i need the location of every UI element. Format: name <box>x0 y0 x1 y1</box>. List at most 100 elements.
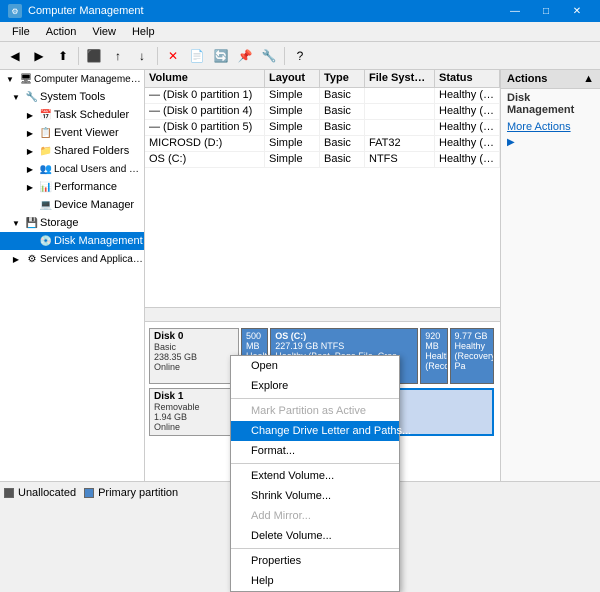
ctx-extend[interactable]: Extend Volume... <box>231 466 399 486</box>
cell-type: Basic <box>320 136 365 151</box>
menu-view[interactable]: View <box>84 24 124 40</box>
sidebar-item-services[interactable]: ▶ ⚙ Services and Applications <box>0 250 144 268</box>
table-row[interactable]: OS (C:) Simple Basic NTFS Healthy (Boot,… <box>145 152 500 168</box>
disk-0-status: Online <box>154 362 234 372</box>
minimize-button[interactable]: — <box>500 0 530 22</box>
sidebar-item-shared-folders[interactable]: ▶ 📁 Shared Folders <box>0 142 144 160</box>
cell-type: Basic <box>320 120 365 135</box>
toolbar-refresh[interactable]: 🔄 <box>210 45 232 67</box>
toolbar-export[interactable]: 📌 <box>234 45 256 67</box>
table-header: Volume Layout Type File System Status <box>145 70 500 88</box>
device-manager-icon: 💻 <box>38 198 54 212</box>
ctx-properties[interactable]: Properties <box>231 551 399 571</box>
toolbar-up[interactable]: ⬆ <box>52 45 74 67</box>
menu-help[interactable]: Help <box>124 24 163 40</box>
ctx-open[interactable]: Open <box>231 356 399 376</box>
menu-action[interactable]: Action <box>38 24 85 40</box>
cell-status: Healthy (EFI System Partition) <box>435 88 500 103</box>
sidebar-item-performance[interactable]: ▶ 📊 Performance <box>0 178 144 196</box>
toolbar-forward[interactable]: ▶ <box>28 45 50 67</box>
expand-event-viewer[interactable]: ▶ <box>22 125 38 141</box>
actions-more-actions[interactable]: More Actions <box>501 119 600 135</box>
ctx-change-drive[interactable]: Change Drive Letter and Paths... <box>231 421 399 441</box>
toolbar-show-hide[interactable]: ⬛ <box>83 45 105 67</box>
main-container: ▼ 🖥 Computer Management (Loca ▼ 🔧 System… <box>0 70 600 481</box>
sidebar-label-shared-folders: Shared Folders <box>54 145 129 157</box>
sidebar-item-local-users[interactable]: ▶ 👥 Local Users and Groups <box>0 160 144 178</box>
expand-performance[interactable]: ▶ <box>22 179 38 195</box>
sidebar-item-event-viewer[interactable]: ▶ 📋 Event Viewer <box>0 124 144 142</box>
col-status[interactable]: Status <box>435 70 500 87</box>
table-row[interactable]: — (Disk 0 partition 5) Simple Basic Heal… <box>145 120 500 136</box>
cell-fs <box>365 88 435 103</box>
horizontal-scrollbar[interactable] <box>145 307 500 321</box>
toolbar-settings[interactable]: 🔧 <box>258 45 280 67</box>
task-scheduler-icon: 📅 <box>38 108 54 122</box>
toolbar-back[interactable]: ◀ <box>4 45 26 67</box>
expand-system-tools[interactable]: ▼ <box>8 89 24 105</box>
toolbar-down[interactable]: ↓ <box>131 45 153 67</box>
sidebar-label-disk-management: Disk Management <box>54 235 143 247</box>
close-button[interactable]: ✕ <box>562 0 592 22</box>
actions-header: Actions ▲ <box>501 70 600 89</box>
expand-services[interactable]: ▶ <box>8 251 24 267</box>
actions-collapse-icon[interactable]: ▲ <box>583 73 594 85</box>
partition-0-2[interactable]: 920 MB Healthy (Recov <box>420 328 447 384</box>
toolbar-delete[interactable]: ✕ <box>162 45 184 67</box>
ctx-sep-2 <box>231 463 399 464</box>
sidebar-item-disk-management[interactable]: ▶ 💿 Disk Management <box>0 232 144 250</box>
context-menu: Open Explore Mark Partition as Active Ch… <box>230 355 400 592</box>
legend-primary-label: Primary partition <box>98 487 178 499</box>
menu-bar: File Action View Help <box>0 22 600 42</box>
cell-status: Healthy (Recovery Partition) <box>435 120 500 135</box>
sidebar-item-computer[interactable]: ▼ 🖥 Computer Management (Loca <box>0 70 144 88</box>
toolbar-properties[interactable]: 📄 <box>186 45 208 67</box>
col-type[interactable]: Type <box>320 70 365 87</box>
window-controls: — □ ✕ <box>500 0 592 22</box>
maximize-button[interactable]: □ <box>531 0 561 22</box>
disk-1-info: Disk 1 Removable 1.94 GB Online <box>149 388 239 436</box>
toolbar-help[interactable]: ? <box>289 45 311 67</box>
table-row[interactable]: — (Disk 0 partition 4) Simple Basic Heal… <box>145 104 500 120</box>
expand-storage[interactable]: ▼ <box>8 215 24 231</box>
sidebar-item-task-scheduler[interactable]: ▶ 📅 Task Scheduler <box>0 106 144 124</box>
partition-0-3[interactable]: 9.77 GB Healthy (Recovery Pa <box>450 328 495 384</box>
menu-file[interactable]: File <box>4 24 38 40</box>
shared-folders-icon: 📁 <box>38 144 54 158</box>
sidebar-label-services: Services and Applications <box>40 254 144 265</box>
cell-status: Healthy (Boot, Page File, Crash Dump, Pr… <box>435 152 500 167</box>
ctx-format[interactable]: Format... <box>231 441 399 461</box>
sidebar-item-system-tools[interactable]: ▼ 🔧 System Tools <box>0 88 144 106</box>
sidebar-label-system-tools: System Tools <box>40 91 105 103</box>
ctx-add-mirror[interactable]: Add Mirror... <box>231 506 399 526</box>
ctx-help[interactable]: Help <box>231 571 399 591</box>
computer-icon: 🖥 <box>18 72 34 86</box>
local-users-icon: 👥 <box>38 162 54 176</box>
col-filesystem[interactable]: File System <box>365 70 435 87</box>
actions-panel: Actions ▲ Disk Management More Actions ▶ <box>500 70 600 481</box>
sidebar-item-device-manager[interactable]: ▶ 💻 Device Manager <box>0 196 144 214</box>
window-title: Computer Management <box>28 5 144 17</box>
legend-unallocated-box <box>4 488 14 498</box>
cell-volume: — (Disk 0 partition 5) <box>145 120 265 135</box>
expand-local-users[interactable]: ▶ <box>22 161 38 177</box>
ctx-mark-active[interactable]: Mark Partition as Active <box>231 401 399 421</box>
expand-computer[interactable]: ▼ <box>2 71 18 87</box>
col-volume[interactable]: Volume <box>145 70 265 87</box>
ctx-delete[interactable]: Delete Volume... <box>231 526 399 546</box>
expand-task-scheduler[interactable]: ▶ <box>22 107 38 123</box>
expand-shared-folders[interactable]: ▶ <box>22 143 38 159</box>
ctx-shrink[interactable]: Shrink Volume... <box>231 486 399 506</box>
table-row[interactable]: — (Disk 0 partition 1) Simple Basic Heal… <box>145 88 500 104</box>
table-row[interactable]: MICROSD (D:) Simple Basic FAT32 Healthy … <box>145 136 500 152</box>
ctx-explore[interactable]: Explore <box>231 376 399 396</box>
cell-type: Basic <box>320 104 365 119</box>
col-layout[interactable]: Layout <box>265 70 320 87</box>
sidebar-label-event-viewer: Event Viewer <box>54 127 119 139</box>
disk-0-info: Disk 0 Basic 238.35 GB Online <box>149 328 239 384</box>
sidebar-label-computer: Computer Management (Loca <box>34 74 144 85</box>
sidebar-label-storage: Storage <box>40 217 79 229</box>
cell-layout: Simple <box>265 152 320 167</box>
sidebar-item-storage[interactable]: ▼ 💾 Storage <box>0 214 144 232</box>
toolbar-up2[interactable]: ↑ <box>107 45 129 67</box>
